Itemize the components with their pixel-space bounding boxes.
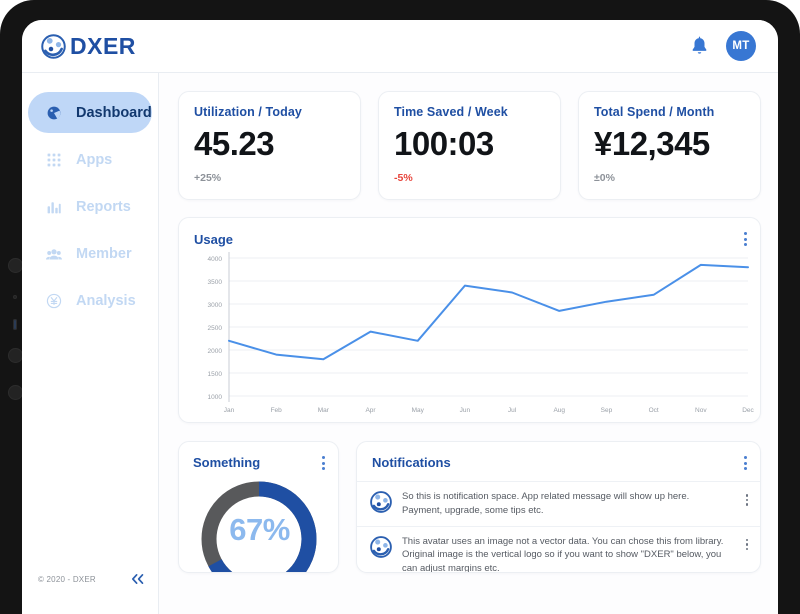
sidebar-item-reports[interactable]: Reports [28, 186, 152, 227]
donut-percent-label: 67% [229, 512, 290, 547]
list-item[interactable]: So this is notification space. App relat… [357, 481, 760, 526]
usage-chart-card: Usage 1000 1500 2000 2500 3000 3500 4000 Jan Feb… [178, 217, 761, 423]
stat-value: 100:03 [394, 125, 494, 162]
sidebar-item-member[interactable]: Member [28, 233, 152, 274]
people-icon [46, 248, 62, 259]
bottom-card-row: Something 67% Notifications So this is n… [178, 441, 761, 573]
kebab-menu-icon[interactable] [745, 494, 748, 506]
yen-circle-icon [46, 293, 62, 308]
stat-card-time-saved: Time Saved / Week 100:03 -5% [378, 91, 561, 200]
svg-text:Jul: Jul [508, 407, 517, 414]
tablet-device-frame: DXER MT Dashboard Apps Reports Member An… [0, 0, 800, 614]
dxer-logo-icon [41, 33, 66, 59]
notifications-card: Notifications So this is notification sp… [356, 441, 761, 573]
stat-label: Time Saved / Week [394, 105, 508, 119]
sidebar-nav: Dashboard Apps Reports Member Analysis [22, 73, 158, 321]
stat-label: Total Spend / Month [594, 105, 715, 119]
sidebar-item-analysis[interactable]: Analysis [28, 280, 152, 321]
brand-logo[interactable]: DXER [41, 33, 136, 60]
svg-text:Mar: Mar [318, 407, 330, 414]
card-title: Usage [194, 232, 234, 247]
svg-text:Jun: Jun [460, 407, 471, 414]
card-title: Something [193, 455, 261, 470]
dxer-logo-avatar-icon [370, 535, 392, 558]
stat-value: ¥12,345 [594, 125, 710, 162]
svg-text:2000: 2000 [208, 348, 223, 355]
svg-text:May: May [412, 407, 425, 414]
kebab-menu-icon[interactable] [322, 456, 325, 470]
bar-chart-icon [47, 201, 61, 213]
svg-text:1000: 1000 [208, 394, 223, 401]
main-content: Utilization / Today 45.23 +25% Time Save… [159, 73, 778, 614]
app-header: DXER MT [22, 20, 778, 73]
copyright-text: © 2020 - DXER [38, 574, 96, 584]
stat-card-utilization: Utilization / Today 45.23 +25% [178, 91, 361, 200]
sidebar-item-label: Member [76, 245, 132, 262]
svg-text:2500: 2500 [208, 325, 223, 332]
card-title: Notifications [372, 455, 451, 470]
svg-text:4000: 4000 [208, 256, 223, 263]
stat-card-total-spend: Total Spend / Month ¥12,345 ±0% [578, 91, 761, 200]
svg-text:Apr: Apr [365, 407, 376, 414]
svg-text:Dec: Dec [742, 407, 754, 414]
svg-text:Nov: Nov [695, 407, 707, 414]
svg-text:Feb: Feb [271, 407, 283, 414]
app-screen: DXER MT Dashboard Apps Reports Member An… [22, 20, 778, 614]
sidebar-item-label: Reports [76, 198, 131, 215]
sidebar-footer: © 2020 - DXER [22, 573, 159, 585]
kebab-menu-icon[interactable] [744, 456, 747, 470]
something-card: Something 67% [178, 441, 339, 573]
sidebar-item-label: Dashboard [76, 104, 152, 121]
header-actions: MT [690, 31, 756, 61]
stat-delta: ±0% [594, 172, 615, 184]
stat-delta: -5% [394, 172, 413, 184]
sidebar-item-dashboard[interactable]: Dashboard [28, 92, 152, 133]
sidebar: Dashboard Apps Reports Member Analysis ©… [22, 73, 159, 614]
stat-value: 45.23 [194, 125, 275, 162]
dashboard-icon [47, 106, 61, 119]
sidebar-item-label: Apps [76, 151, 113, 168]
sidebar-item-label: Analysis [76, 292, 136, 309]
notification-text: This avatar uses an image not a vector d… [402, 535, 724, 573]
line-chart-svg: 1000 1500 2000 2500 3000 3500 4000 Jan Feb Mar Apr… [208, 252, 754, 414]
grid-icon [47, 153, 61, 166]
svg-text:Oct: Oct [649, 407, 659, 414]
stat-delta: +25% [194, 172, 222, 184]
svg-text:Sep: Sep [601, 407, 613, 414]
kebab-menu-icon[interactable] [744, 232, 747, 246]
usage-line-chart: 1000 1500 2000 2500 3000 3500 4000 Jan Feb Mar Apr… [189, 250, 754, 418]
list-item[interactable]: This avatar uses an image not a vector d… [357, 525, 760, 573]
bell-icon[interactable] [690, 36, 709, 57]
brand-name: DXER [70, 32, 136, 59]
svg-text:Jan: Jan [224, 407, 235, 414]
kebab-menu-icon[interactable] [745, 538, 748, 551]
stat-card-row: Utilization / Today 45.23 +25% Time Save… [178, 91, 761, 200]
dxer-logo-avatar-icon [370, 491, 392, 513]
sidebar-item-apps[interactable]: Apps [28, 139, 152, 180]
chevron-double-left-icon[interactable] [130, 573, 145, 585]
svg-text:3000: 3000 [208, 302, 223, 309]
svg-text:1500: 1500 [208, 371, 223, 378]
avatar[interactable]: MT [726, 31, 756, 61]
svg-text:Aug: Aug [553, 407, 565, 414]
stat-label: Utilization / Today [194, 105, 302, 119]
svg-text:3500: 3500 [208, 279, 223, 286]
notification-list: So this is notification space. App relat… [357, 481, 760, 573]
notification-text: So this is notification space. App relat… [402, 491, 690, 516]
